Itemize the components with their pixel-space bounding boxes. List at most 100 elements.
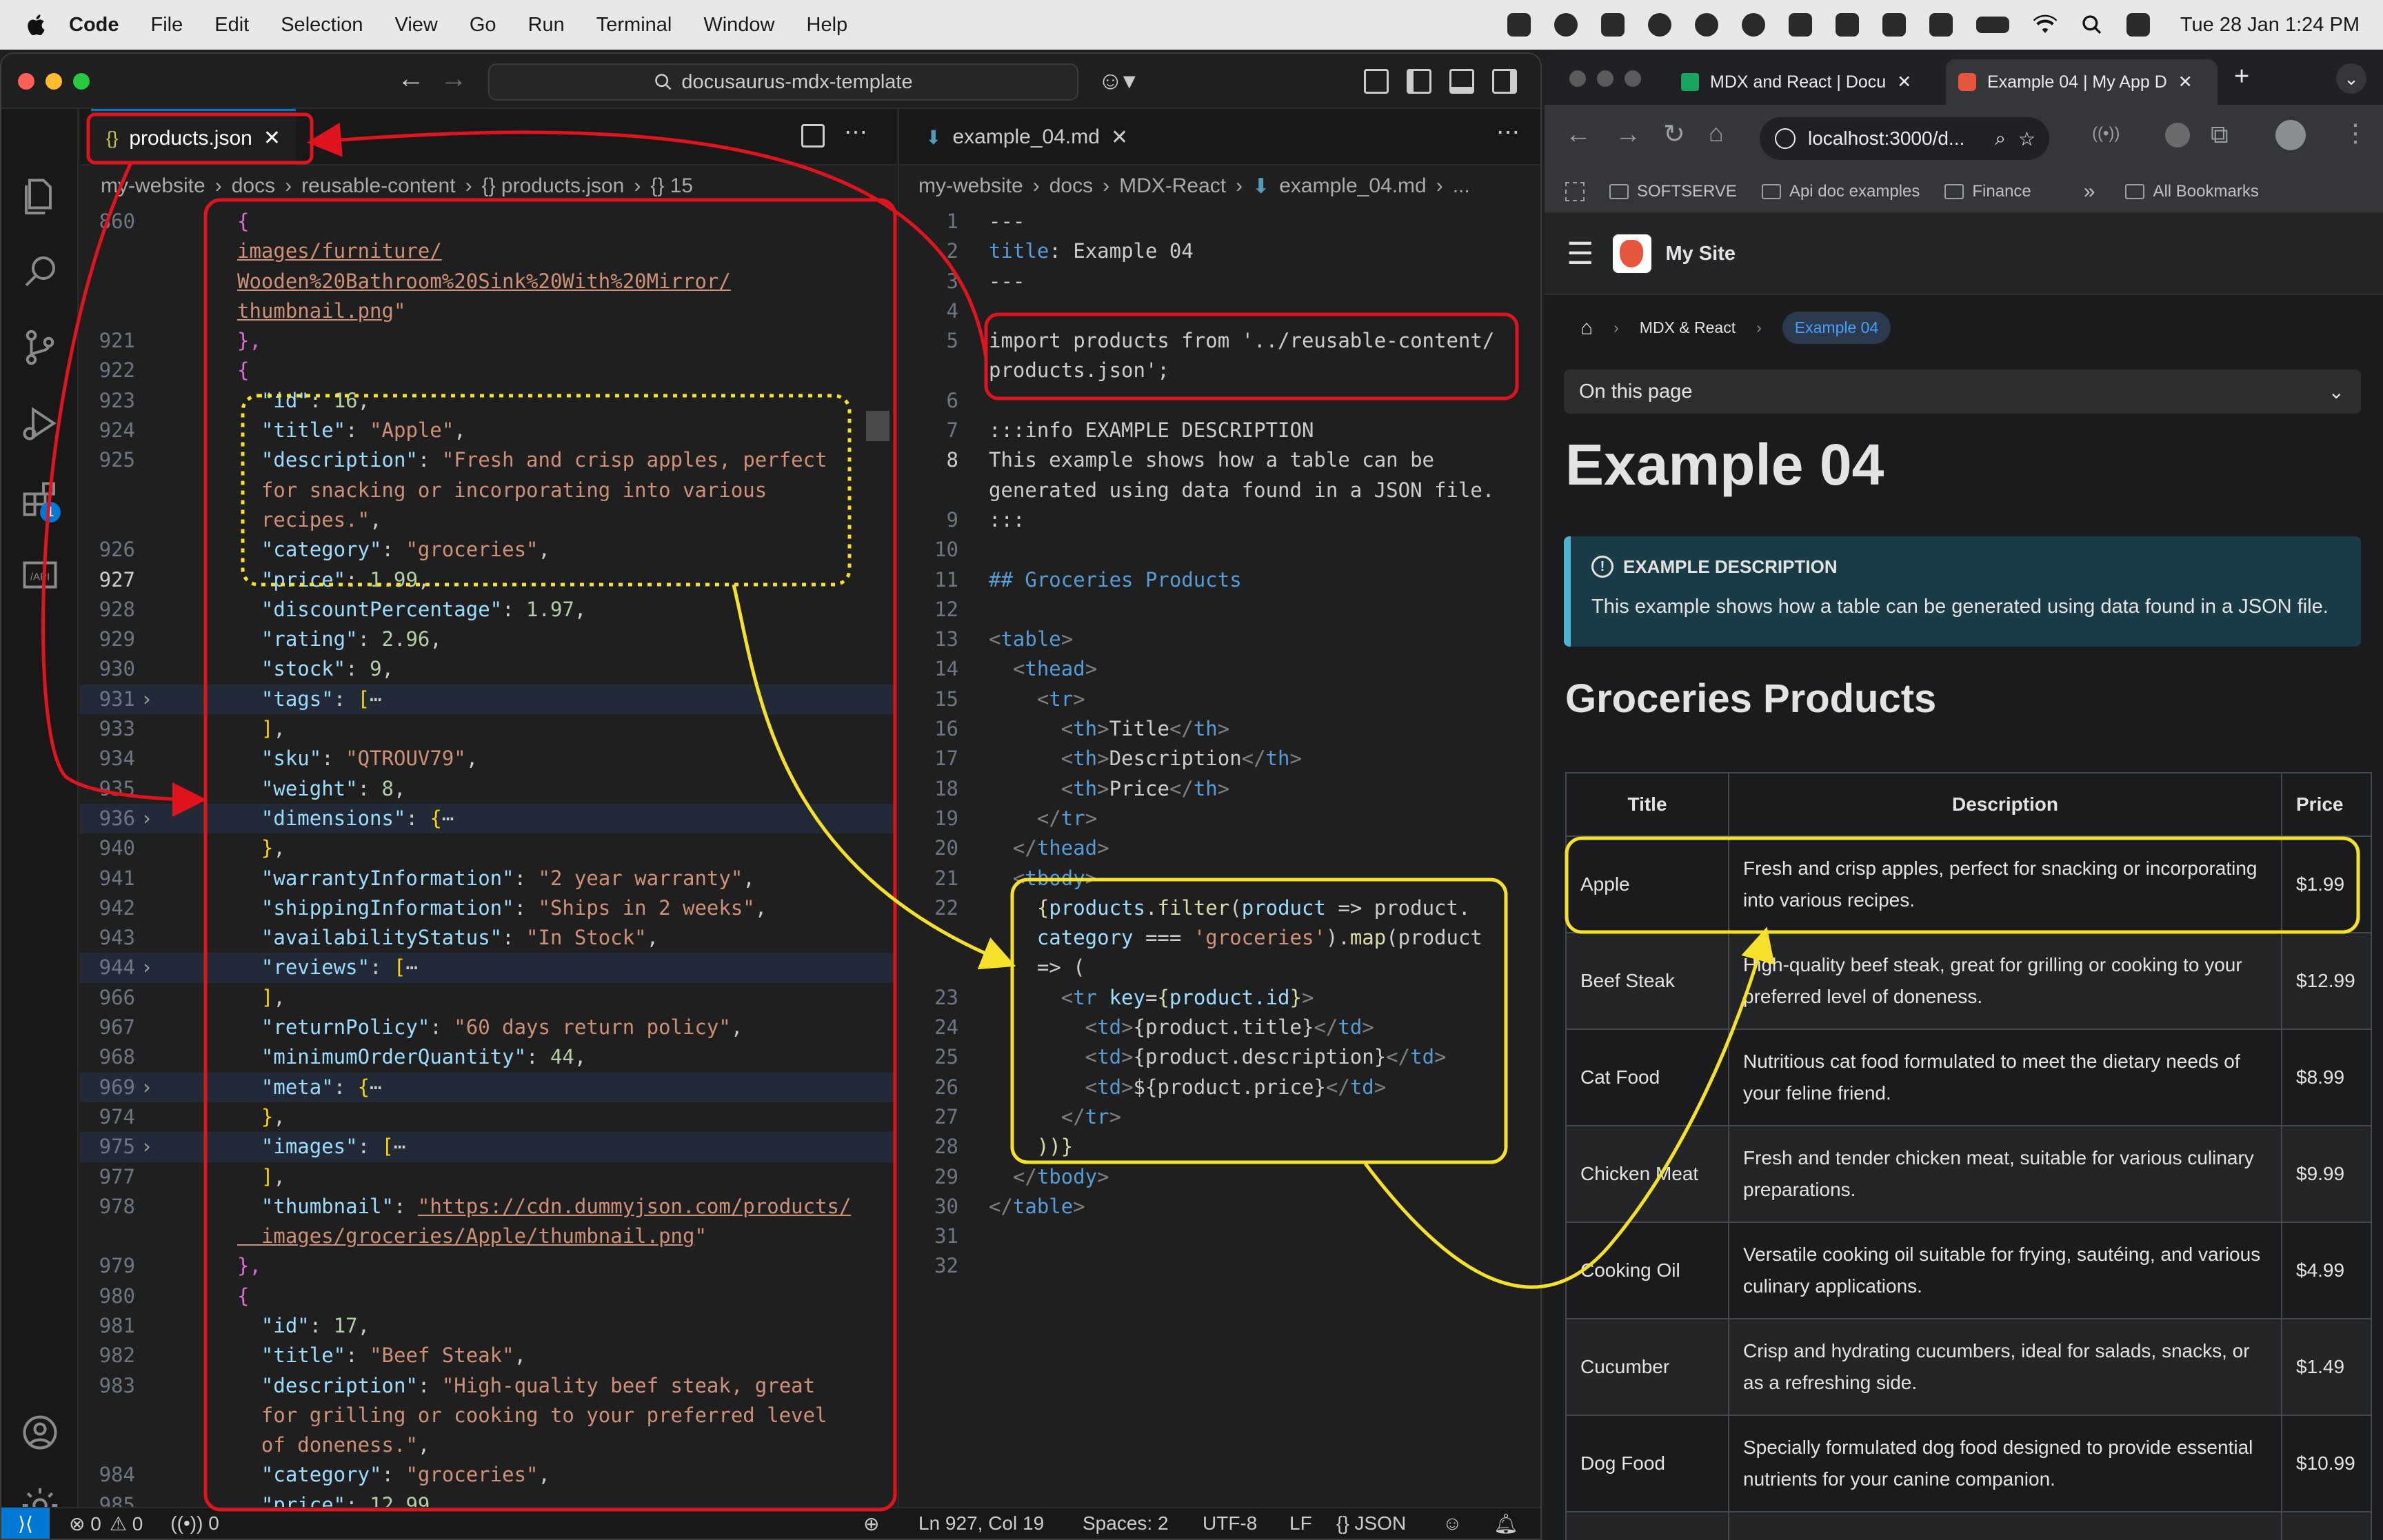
apps-grid-icon[interactable]: [1565, 182, 1585, 201]
menu-help[interactable]: Help: [807, 14, 848, 37]
minimize-window-button[interactable]: [46, 73, 62, 90]
code-line[interactable]: 943 "availabilityStatus": "In Stock",: [80, 923, 896, 953]
code-line[interactable]: 974 },: [80, 1102, 896, 1132]
customize-layout-icon[interactable]: [1364, 69, 1389, 94]
menu-app-name[interactable]: Code: [69, 14, 119, 37]
source-control-icon[interactable]: [19, 327, 61, 368]
bookmark-folder-softserve[interactable]: SOFTSERVE: [1609, 182, 1737, 201]
apple-logo-icon[interactable]: [25, 12, 50, 37]
code-line[interactable]: 17 <th>Description</th>: [899, 744, 1540, 773]
run-debug-icon[interactable]: [19, 403, 61, 444]
code-line[interactable]: 14 <thead>: [899, 654, 1540, 684]
code-line[interactable]: 28 ))}: [899, 1132, 1540, 1162]
cursor-position[interactable]: Ln 927, Col 19: [918, 1512, 1044, 1534]
hamburger-menu-icon[interactable]: ☰: [1567, 236, 1593, 272]
breadcrumb-item[interactable]: my-website: [918, 174, 1023, 198]
code-line[interactable]: 967 "returnPolicy": "60 days return poli…: [80, 1013, 896, 1042]
encoding[interactable]: UTF-8: [1203, 1512, 1257, 1534]
code-line[interactable]: 968 "minimumOrderQuantity": 44,: [80, 1042, 896, 1072]
more-bookmarks-icon[interactable]: »: [2084, 180, 2095, 203]
breadcrumb-item[interactable]: MDX-React: [1119, 174, 1226, 198]
menu-go[interactable]: Go: [470, 14, 496, 37]
code-line[interactable]: 981 "id": 17,: [80, 1311, 896, 1341]
reload-icon[interactable]: ↻: [1663, 119, 1685, 150]
code-line[interactable]: 931 › "tags": [⋯: [80, 684, 896, 715]
close-icon[interactable]: ✕: [1897, 72, 1911, 92]
code-line[interactable]: 5 import products from '../reusable-conte…: [899, 326, 1540, 356]
site-info-icon[interactable]: [1775, 128, 1796, 149]
code-line[interactable]: 933 ],: [80, 714, 896, 744]
code-line[interactable]: 31: [899, 1222, 1540, 1251]
close-window-button[interactable]: [18, 73, 34, 90]
battery-icon[interactable]: [1975, 17, 2009, 33]
code-line[interactable]: 921},: [80, 326, 896, 356]
on-this-page-toggle[interactable]: On this page ⌄: [1564, 369, 2361, 414]
close-icon[interactable]: ✕: [263, 126, 281, 150]
fold-chevron-icon[interactable]: ›: [141, 1132, 152, 1162]
clock-app-icon[interactable]: [1741, 13, 1765, 37]
code-line[interactable]: 944 › "reviews": [⋯: [80, 953, 896, 983]
code-line[interactable]: generated using data found in a JSON fil…: [899, 476, 1540, 505]
breadcrumb-item[interactable]: MDX & React: [1640, 318, 1736, 337]
code-line[interactable]: 922 {: [80, 356, 896, 385]
search-icon[interactable]: [19, 251, 61, 292]
zoom-window-button[interactable]: [1625, 70, 1641, 87]
code-line[interactable]: images/furniture/: [80, 236, 896, 266]
indentation[interactable]: Spaces: 2: [1083, 1512, 1169, 1534]
tab-search-icon[interactable]: ⌄: [2336, 63, 2366, 94]
code-line[interactable]: 975 › "images": [⋯: [80, 1132, 896, 1162]
code-line[interactable]: 979},: [80, 1251, 896, 1281]
close-window-button[interactable]: [1569, 70, 1586, 87]
code-line[interactable]: 20 </thead>: [899, 833, 1540, 863]
code-line[interactable]: thumbnail.png": [80, 296, 896, 326]
api-icon[interactable]: /API: [19, 554, 61, 596]
forward-arrow-icon[interactable]: →: [440, 63, 467, 94]
code-line[interactable]: 16 <th>Title</th>: [899, 714, 1540, 744]
copilot-status-icon[interactable]: ☺: [1442, 1512, 1462, 1534]
code-line[interactable]: 940 },: [80, 833, 896, 863]
code-line[interactable]: category === 'groceries').map(product: [899, 923, 1540, 953]
close-icon[interactable]: ✕: [2178, 72, 2193, 92]
code-line[interactable]: 969 › "meta": {⋯: [80, 1072, 896, 1102]
toggle-secondary-sidebar-icon[interactable]: [1492, 69, 1517, 94]
code-line[interactable]: 9:::: [899, 505, 1540, 535]
code-line[interactable]: of doneness.",: [80, 1430, 896, 1460]
minimize-window-button[interactable]: [1597, 70, 1613, 87]
code-line[interactable]: 32: [899, 1251, 1540, 1281]
problems-errors[interactable]: ⊗ 0: [69, 1512, 101, 1535]
site-logo[interactable]: [1613, 234, 1652, 273]
code-line[interactable]: for grilling or cooking to your preferre…: [80, 1401, 896, 1430]
code-line[interactable]: 30 </table>: [899, 1192, 1540, 1222]
code-line[interactable]: 18 <th>Price</th>: [899, 774, 1540, 804]
breadcrumb-item[interactable]: example_04.md: [1279, 174, 1426, 198]
code-line[interactable]: 4: [899, 296, 1540, 326]
tab-products-json[interactable]: {} products.json ✕: [91, 109, 296, 165]
code-line[interactable]: 927 "price": 1.99,: [80, 565, 896, 595]
toggle-sidebar-icon[interactable]: [1407, 69, 1431, 94]
menu-run[interactable]: Run: [528, 14, 565, 37]
account-icon[interactable]: [19, 1412, 61, 1453]
status-app-icon[interactable]: [1647, 13, 1671, 37]
code-line[interactable]: 23 <tr key={product.id}>: [899, 983, 1540, 1013]
status-app-icon[interactable]: [1600, 13, 1625, 37]
openai-icon[interactable]: [1554, 13, 1578, 37]
code-line[interactable]: 982 "title": "Beef Steak",: [80, 1341, 896, 1370]
code-line[interactable]: => (: [899, 953, 1540, 982]
code-line[interactable]: 978 "thumbnail": "https://cdn.dummyjson.…: [80, 1192, 896, 1222]
code-line[interactable]: 977 ],: [80, 1162, 896, 1192]
code-line[interactable]: recipes.",: [80, 505, 896, 535]
code-line[interactable]: 2 title: Example 04: [899, 236, 1540, 266]
explorer-icon[interactable]: [19, 175, 61, 216]
menu-view[interactable]: View: [395, 14, 438, 37]
extensions-puzzle-icon[interactable]: ⧉: [2211, 120, 2229, 150]
browser-tab-mdx-react[interactable]: MDX and React | Docu ✕: [1669, 59, 1938, 105]
breadcrumb-item[interactable]: my-website: [101, 174, 205, 198]
code-line[interactable]: 27 </tr>: [899, 1102, 1540, 1132]
new-tab-icon[interactable]: +: [2234, 62, 2249, 92]
end-of-line[interactable]: LF: [1289, 1512, 1312, 1534]
all-bookmarks[interactable]: All Bookmarks: [2125, 182, 2259, 201]
code-line[interactable]: products.json';: [899, 356, 1540, 385]
paperclip-icon[interactable]: [1788, 13, 1812, 37]
ports-indicator[interactable]: ((•)) 0: [170, 1512, 219, 1534]
status-app-icon[interactable]: [1835, 13, 1859, 37]
